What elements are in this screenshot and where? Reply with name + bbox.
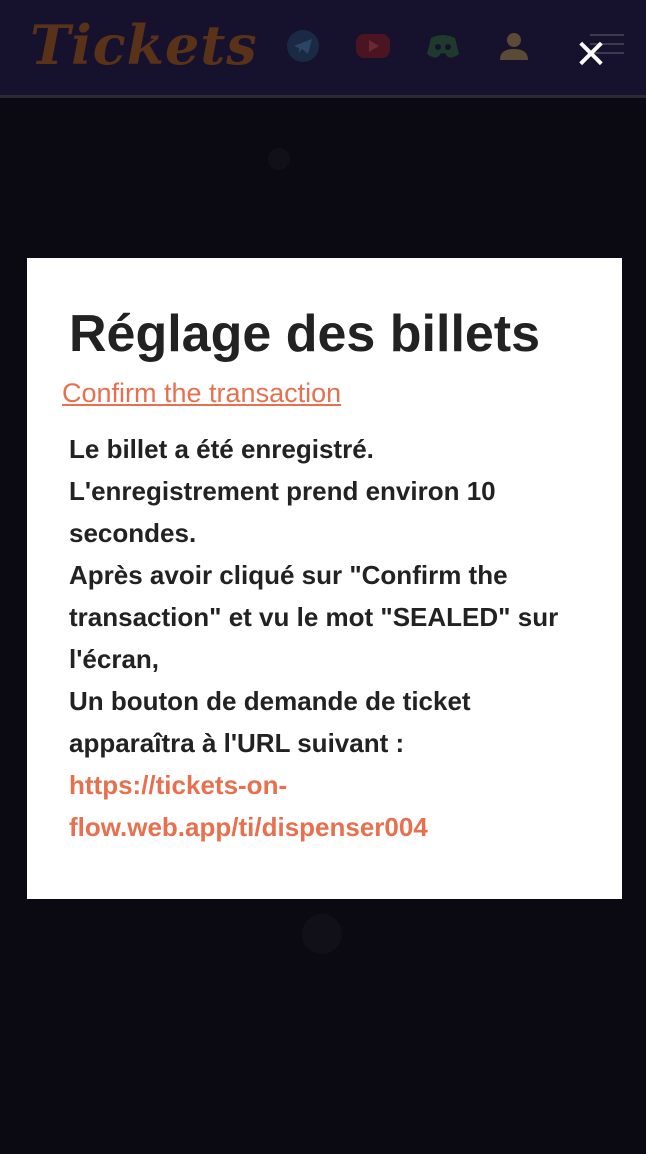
modal-title: Réglage des billets (69, 305, 541, 363)
close-icon[interactable]: ✕ (572, 35, 610, 75)
instruction-message: Après avoir cliqué sur "Confirm the tran… (69, 560, 559, 674)
modal-body: Le billet a été enregistré. L'enregistre… (69, 428, 579, 848)
background-decoration (268, 148, 290, 170)
telegram-icon[interactable] (285, 28, 321, 64)
ticket-settings-modal: Réglage des billets Confirm the transact… (27, 258, 622, 899)
page: Tickets ✕ Réglage des billets Confirm th… (0, 0, 646, 1154)
user-icon[interactable] (496, 28, 532, 64)
duration-message: L'enregistrement prend environ 10 second… (69, 476, 496, 548)
confirm-transaction-link[interactable]: Confirm the transaction (62, 376, 341, 410)
youtube-icon[interactable] (355, 28, 391, 64)
background-decoration (302, 914, 342, 954)
button-info-message: Un bouton de demande de ticket apparaîtr… (69, 686, 471, 758)
site-logo[interactable]: Tickets (30, 10, 258, 80)
discord-icon[interactable] (425, 28, 461, 64)
header-bar: Tickets ✕ (0, 0, 646, 98)
dispenser-url-link[interactable]: https://tickets-on-flow.web.app/ti/dispe… (69, 770, 428, 842)
registered-message: Le billet a été enregistré. (69, 434, 374, 464)
